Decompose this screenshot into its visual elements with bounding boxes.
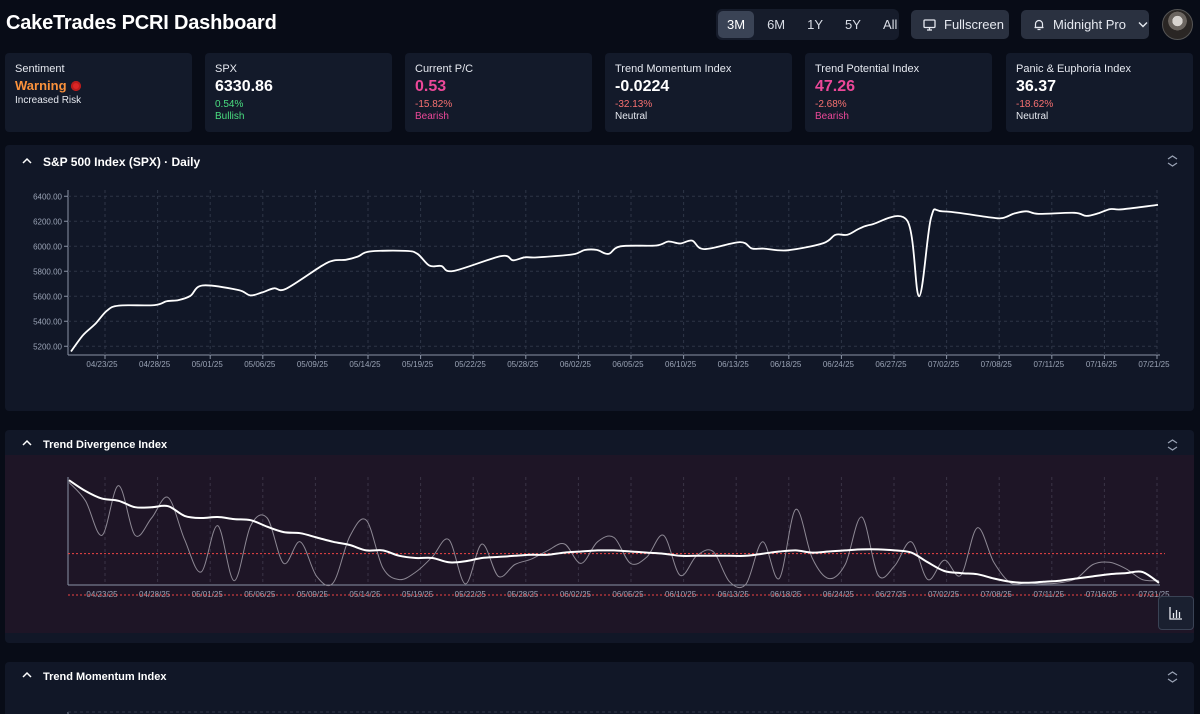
spx-card: SPX 6330.86 0.54% Bullish (205, 53, 392, 132)
pc-value: 0.53 (415, 78, 447, 95)
y-tick-label: 6000.00 (33, 242, 62, 251)
y-tick-label: 5600.00 (33, 292, 62, 301)
x-tick-label: 06/05/25 (612, 360, 644, 369)
x-tick-label: 06/24/25 (823, 360, 855, 369)
theme-label: Midnight Pro (1053, 17, 1126, 32)
fullscreen-button[interactable]: Fullscreen (911, 10, 1009, 39)
x-tick-label: 07/02/25 (928, 360, 960, 369)
range-all-button[interactable]: All (874, 11, 906, 38)
top-bar: CakeTrades PCRI Dashboard 3M 6M 1Y 5Y Al… (0, 0, 1200, 50)
x-tick-label: 04/23/25 (86, 360, 118, 369)
x-tick-label: 05/22/25 (455, 360, 487, 369)
pei-change: -18.62% (1016, 99, 1054, 110)
x-tick-label: 05/01/25 (192, 360, 224, 369)
sentiment-card: Sentiment Warning Increased Risk (5, 53, 192, 132)
avatar[interactable] (1162, 9, 1193, 40)
spx-chart-panel: 5200.00 5400.00 5600.00 5800.00 6000.00 6200.… (5, 145, 1194, 411)
x-tick-label: 05/28/25 (507, 590, 539, 599)
tdi-chart-panel: 04/23/25 04/28/25 05/01/25 05/06/25 05/09/25… (5, 430, 1194, 643)
spx-panel-title: S&P 500 Index (SPX) · Daily (43, 155, 201, 169)
chart-settings-button[interactable] (1158, 596, 1194, 630)
pc-signal: Bearish (415, 111, 449, 122)
expand-icon[interactable] (1167, 155, 1178, 167)
sentiment-value: Warning (15, 78, 182, 93)
expand-icon[interactable] (1167, 439, 1178, 451)
tpi-value: 47.26 (815, 78, 856, 95)
x-tick-label: 06/13/25 (718, 360, 750, 369)
sentiment-value-text: Warning (15, 78, 67, 93)
x-tick-label: 06/02/25 (560, 360, 592, 369)
tmi-chart-panel: Trend Momentum Index (5, 662, 1194, 714)
chart-settings-icon (1169, 607, 1182, 620)
theme-select[interactable]: Midnight Pro (1021, 10, 1149, 39)
chevron-down-icon (1138, 22, 1148, 28)
tpi-label: Trend Potential Index (815, 63, 920, 75)
x-tick-label: 05/09/25 (297, 360, 329, 369)
tdi-panel-title: Trend Divergence Index (43, 439, 168, 451)
stat-cards: Sentiment Warning Increased Risk SPX 633… (5, 53, 1195, 132)
range-3m-button[interactable]: 3M (718, 11, 755, 38)
x-tick-label: 06/18/25 (770, 360, 802, 369)
pei-card: Panic & Euphoria Index 36.37 -18.62% Neu… (1006, 53, 1193, 132)
x-tick-label: 06/27/25 (875, 360, 907, 369)
x-tick-label: 05/06/25 (244, 360, 276, 369)
tdi-chart: 04/23/25 04/28/25 05/01/25 05/06/25 05/09/25… (5, 455, 1194, 633)
tdi-plot-bg (5, 455, 1194, 633)
pei-value: 36.37 (1016, 78, 1057, 95)
pc-change: -15.82% (415, 99, 453, 110)
tmi-change: -32.13% (615, 99, 653, 110)
x-tick-label: 05/14/25 (349, 360, 381, 369)
bell-icon (1034, 19, 1044, 31)
app-title: CakeTrades PCRI Dashboard (6, 12, 277, 34)
x-tick-label: 05/19/25 (402, 360, 434, 369)
chevron-up-icon[interactable] (22, 157, 32, 165)
fullscreen-label: Fullscreen (944, 17, 1004, 32)
spx-label: SPX (215, 63, 238, 75)
x-tick-label: 07/11/25 (1034, 360, 1065, 369)
tmi-card: Trend Momentum Index -0.0224 -32.13% Neu… (605, 53, 792, 132)
spx-line (70, 204, 1159, 353)
x-tick-label: 04/28/25 (139, 360, 171, 369)
sentiment-label: Sentiment (15, 63, 65, 75)
pc-label: Current P/C (415, 63, 474, 75)
spx-chart: 5200.00 5400.00 5600.00 5800.00 6000.00 6200.… (33, 190, 1170, 369)
time-range-selector: 3M 6M 1Y 5Y All (716, 9, 899, 40)
range-5y-button[interactable]: 5Y (836, 11, 870, 38)
spx-signal: Bullish (215, 111, 245, 122)
tmi-signal: Neutral (615, 111, 648, 122)
tmi-label: Trend Momentum Index (615, 63, 732, 75)
chevron-up-icon[interactable] (22, 439, 32, 447)
y-tick-label: 5800.00 (33, 267, 62, 276)
range-1y-button[interactable]: 1Y (798, 11, 832, 38)
monitor-icon (923, 18, 936, 31)
tmi-chart-stub (67, 711, 1158, 714)
tpi-change: -2.68% (815, 99, 847, 110)
warning-dot-icon (70, 81, 81, 91)
spx-change: 0.54% (215, 99, 244, 110)
pei-label: Panic & Euphoria Index (1016, 63, 1131, 75)
x-tick-label: 07/21/25 (1138, 360, 1170, 369)
y-tick-label: 5200.00 (33, 342, 62, 351)
y-tick-label: 6200.00 (33, 217, 62, 226)
x-tick-label: 07/08/25 (981, 360, 1013, 369)
spx-value: 6330.86 (215, 78, 273, 95)
tpi-card: Trend Potential Index 47.26 -2.68% Beari… (805, 53, 992, 132)
x-tick-label: 06/10/25 (665, 360, 697, 369)
x-tick-label: 05/28/25 (507, 360, 539, 369)
pc-card: Current P/C 0.53 -15.82% Bearish (405, 53, 592, 132)
tmi-value: -0.0224 (615, 78, 670, 95)
y-tick-label: 6400.00 (33, 192, 62, 201)
tpi-signal: Bearish (815, 111, 849, 122)
x-tick-label: 07/16/25 (1086, 360, 1118, 369)
sentiment-detail: Increased Risk (15, 95, 82, 106)
y-tick-label: 5400.00 (33, 317, 62, 326)
range-6m-button[interactable]: 6M (758, 11, 794, 38)
pei-signal: Neutral (1016, 111, 1049, 122)
